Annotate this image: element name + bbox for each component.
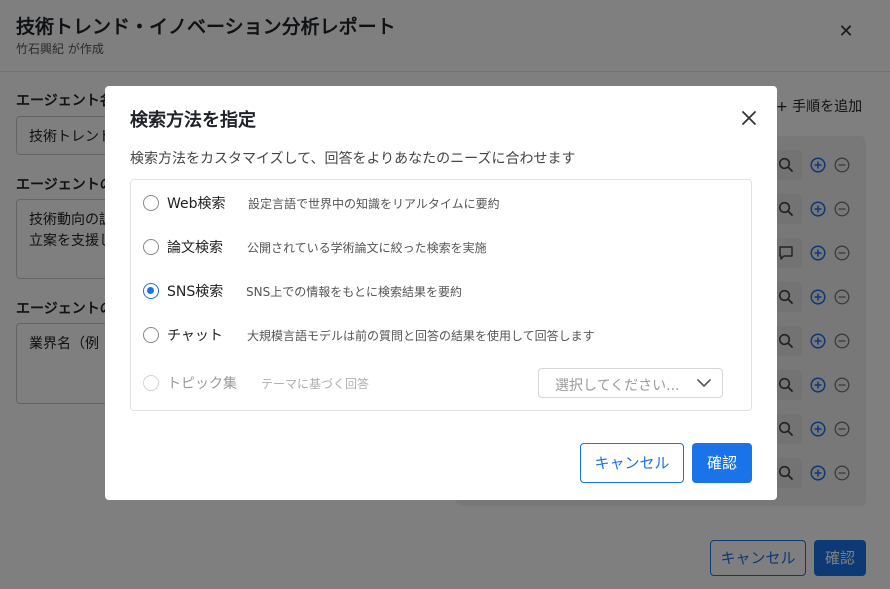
option-paper-search[interactable]: 論文検索 公開されている学術論文に絞った検索を実施 <box>143 236 743 258</box>
option-description: 大規模言語モデルは前の質問と回答の結果を使用して回答します <box>247 329 595 343</box>
option-description: 設定言語で世界中の知識をリアルタイムに要約 <box>248 197 500 211</box>
close-icon[interactable] <box>739 108 759 128</box>
topic-select-placeholder: 選択してください... <box>555 378 680 394</box>
option-description: 公開されている学術論文に絞った検索を実施 <box>247 241 487 255</box>
option-description: テーマに基づく回答 <box>261 377 370 391</box>
option-label: Web検索 <box>167 196 226 212</box>
option-label: チャット <box>167 328 223 344</box>
modal-cancel-button[interactable]: キャンセル <box>580 443 684 483</box>
option-web-search[interactable]: Web検索 設定言語で世界中の知識をリアルタイムに要約 <box>143 192 743 214</box>
option-label: SNS検索 <box>167 284 224 300</box>
chevron-down-icon <box>697 379 711 387</box>
search-method-modal: 検索方法を指定 検索方法をカスタマイズして、回答をよりあなたのニーズに合わせます… <box>105 86 777 500</box>
radio-paper-search[interactable] <box>143 239 159 255</box>
radio-chat[interactable] <box>143 327 159 343</box>
search-options-list: Web検索 設定言語で世界中の知識をリアルタイムに要約 論文検索 公開されている… <box>130 179 752 411</box>
radio-sns-search[interactable] <box>143 283 159 299</box>
modal-confirm-button[interactable]: 確認 <box>692 443 752 483</box>
option-label: 論文検索 <box>167 240 223 256</box>
radio-web-search[interactable] <box>143 195 159 211</box>
option-label: トピック集 <box>167 376 237 392</box>
option-chat[interactable]: チャット 大規模言語モデルは前の質問と回答の結果を使用して回答します <box>143 324 743 346</box>
modal-title: 検索方法を指定 <box>130 110 256 131</box>
topic-select[interactable]: 選択してください... <box>538 368 723 398</box>
radio-topic-collection <box>143 375 159 391</box>
option-description: SNS上での情報をもとに検索結果を要約 <box>246 285 462 299</box>
option-sns-search[interactable]: SNS検索 SNS上での情報をもとに検索結果を要約 <box>143 280 743 302</box>
modal-description: 検索方法をカスタマイズして、回答をよりあなたのニーズに合わせます <box>130 151 576 167</box>
